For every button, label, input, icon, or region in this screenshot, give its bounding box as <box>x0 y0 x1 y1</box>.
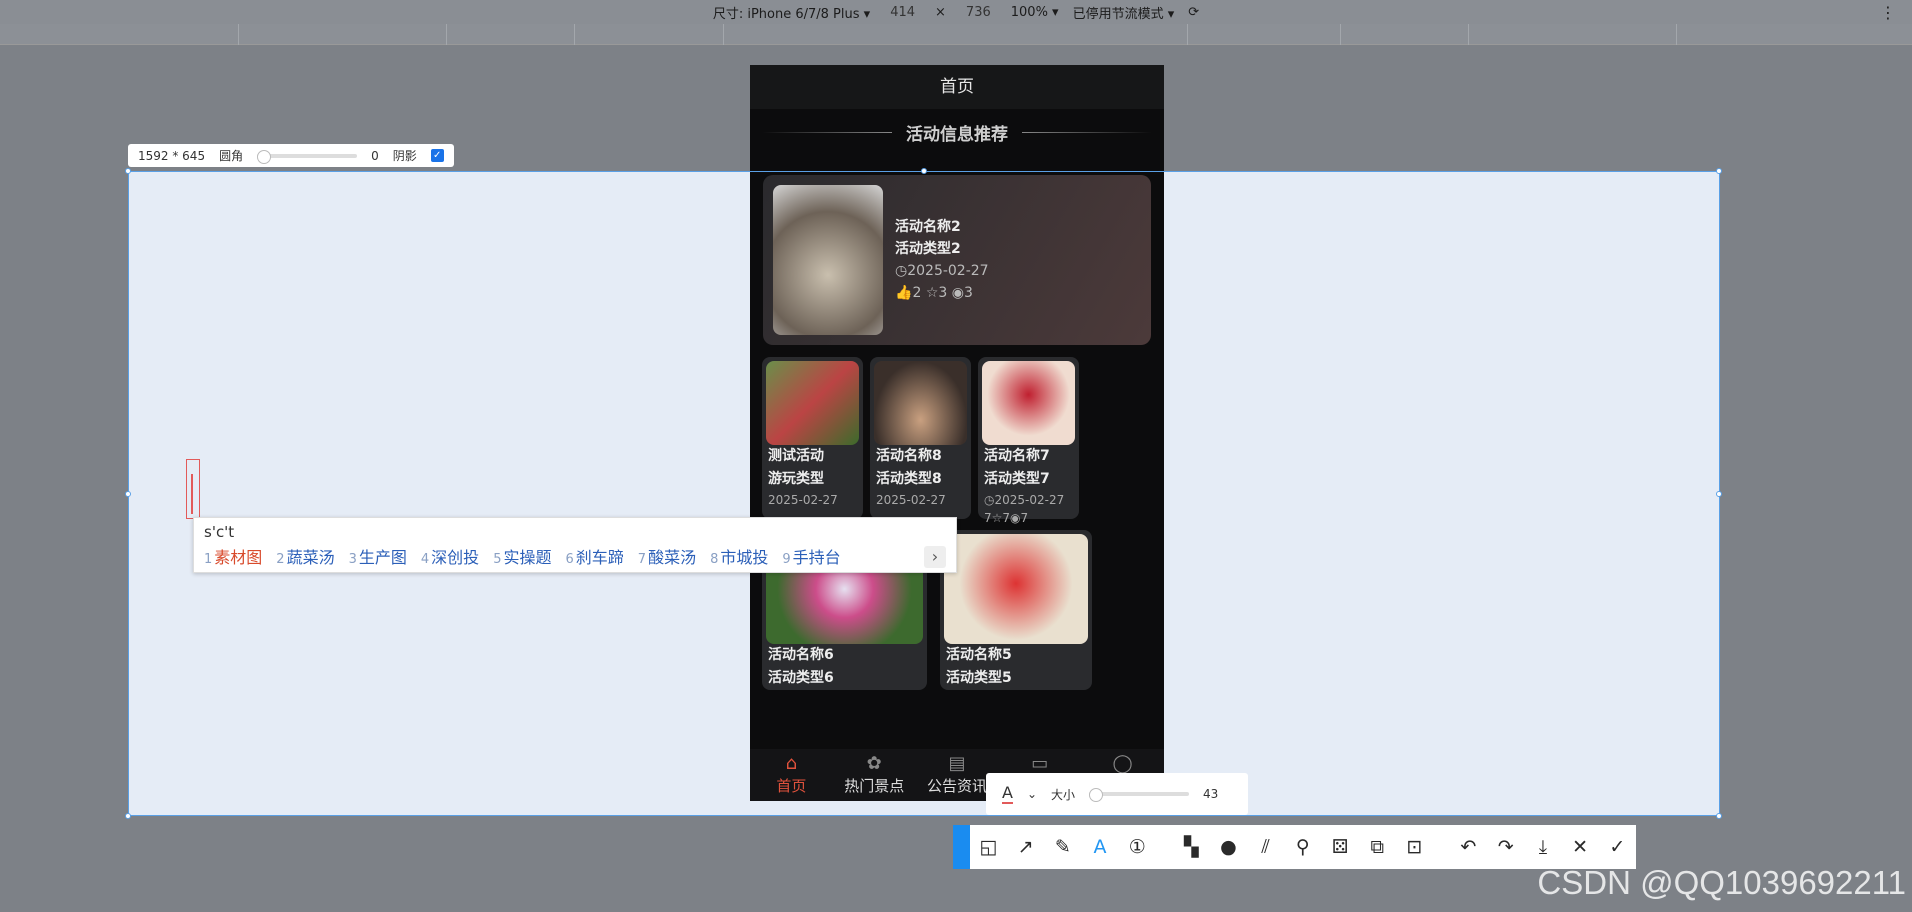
ime-composition: s'c't <box>204 523 235 541</box>
arrow-icon[interactable]: ↗ <box>1007 825 1044 869</box>
rotate-icon[interactable]: ⟳ <box>1188 5 1199 20</box>
capture-selection-border <box>128 171 1720 816</box>
confirm-icon[interactable]: ✓ <box>1599 825 1636 869</box>
ime-candidate[interactable]: 8 市城投 <box>710 544 768 568</box>
text-input-box[interactable] <box>186 459 200 519</box>
ime-candidate[interactable]: 7 酸菜汤 <box>638 544 696 568</box>
pin-icon[interactable]: ⚲ <box>1284 825 1321 869</box>
screenshot-icon[interactable]: ⚄ <box>1321 825 1358 869</box>
shape-icon[interactable]: ◱ <box>970 825 1007 869</box>
shadow-checkbox[interactable]: ✓ <box>430 149 444 162</box>
ime-candidates: 1 素材图 2 蔬菜汤 3 生产图 4 深创投 5 实操题 6 刹车蹄 7 酸菜汤 8 市城投 9 手持台 <box>194 544 956 568</box>
resize-handle[interactable] <box>921 168 927 174</box>
ime-candidate[interactable]: 4 深创投 <box>421 544 479 568</box>
selection-info-bar: 1592 * 645 圆角 0 阴影 ✓ <box>128 144 454 167</box>
ime-candidate[interactable]: 9 手持台 <box>782 544 840 568</box>
resize-handle[interactable] <box>1716 168 1722 174</box>
corner-radius-value: 0 <box>371 148 379 163</box>
watermark: CSDN @QQ1039692211 <box>1537 864 1906 901</box>
text-style-bar: A ⌄ 大小 43 <box>986 773 1248 815</box>
page-title: 首页 <box>750 65 1164 109</box>
text-icon[interactable]: A <box>1081 825 1118 869</box>
more-icon[interactable]: ⋮ <box>1880 3 1896 22</box>
width-input[interactable]: 414 <box>884 5 921 20</box>
throttle-select[interactable]: 已停用节流模式 ▾ <box>1073 3 1175 22</box>
blur-icon[interactable]: ● <box>1210 825 1247 869</box>
ime-next-page-button[interactable]: › <box>924 546 946 568</box>
resize-handle[interactable] <box>125 813 131 819</box>
hatch-icon[interactable]: ⫽ <box>1247 825 1284 869</box>
resize-handle[interactable] <box>1716 813 1722 819</box>
resize-handle[interactable] <box>125 491 131 497</box>
corner-radius-slider[interactable] <box>257 149 358 164</box>
ime-candidate[interactable]: 3 生产图 <box>349 544 407 568</box>
device-select[interactable]: 尺寸: iPhone 6/7/8 Plus ▾ <box>713 3 870 22</box>
pen-icon[interactable]: ✎ <box>1044 825 1081 869</box>
ime-candidate[interactable]: 1 素材图 <box>204 544 262 568</box>
device-toolbar: 尺寸: iPhone 6/7/8 Plus ▾ 414 × 736 100% ▾… <box>0 0 1912 24</box>
size-label: 大小 <box>1051 787 1076 802</box>
chevron-down-icon[interactable]: ⌄ <box>1027 787 1037 801</box>
font-color-picker[interactable]: A <box>1002 784 1013 804</box>
mosaic-icon[interactable]: ▚ <box>1173 825 1210 869</box>
redo-icon[interactable]: ↷ <box>1487 825 1524 869</box>
size-value: 43 <box>1203 787 1219 801</box>
corner-radius-label: 圆角 <box>219 149 244 163</box>
number-icon[interactable]: ① <box>1119 825 1156 869</box>
font-size-slider[interactable] <box>1089 788 1190 802</box>
zoom-select[interactable]: 100% ▾ <box>1011 5 1059 20</box>
media-ruler <box>0 24 1912 45</box>
ime-candidate-window: s'c't 1 素材图 2 蔬菜汤 3 生产图 4 深创投 5 实操题 6 刹车蹄 7 酸菜汤 8 市城投 9 手… <box>193 517 957 573</box>
translate-icon[interactable]: ⧉ <box>1359 825 1396 869</box>
annotation-toolbar: ◱ ↗ ✎ A ① ▚ ● ⫽ ⚲ ⚄ ⧉ ⊡ ↶ ↷ ⤓ ✕ ✓ <box>953 825 1636 869</box>
selection-dimensions: 1592 * 645 <box>138 148 206 163</box>
shadow-label: 阴影 <box>392 149 417 163</box>
ime-candidate[interactable]: 2 蔬菜汤 <box>276 544 334 568</box>
height-input[interactable]: 736 <box>960 5 997 20</box>
times-sign: × <box>935 4 946 20</box>
section-title: 活动信息推荐 <box>750 109 1164 155</box>
resize-handle[interactable] <box>125 168 131 174</box>
ocr-icon[interactable]: ⊡ <box>1396 825 1433 869</box>
download-icon[interactable]: ⤓ <box>1524 825 1561 869</box>
ime-candidate[interactable]: 5 实操题 <box>493 544 551 568</box>
close-icon[interactable]: ✕ <box>1562 825 1599 869</box>
ime-candidate[interactable]: 6 刹车蹄 <box>565 544 623 568</box>
pin-tab[interactable] <box>953 825 970 869</box>
resize-handle[interactable] <box>1716 491 1722 497</box>
undo-icon[interactable]: ↶ <box>1450 825 1487 869</box>
